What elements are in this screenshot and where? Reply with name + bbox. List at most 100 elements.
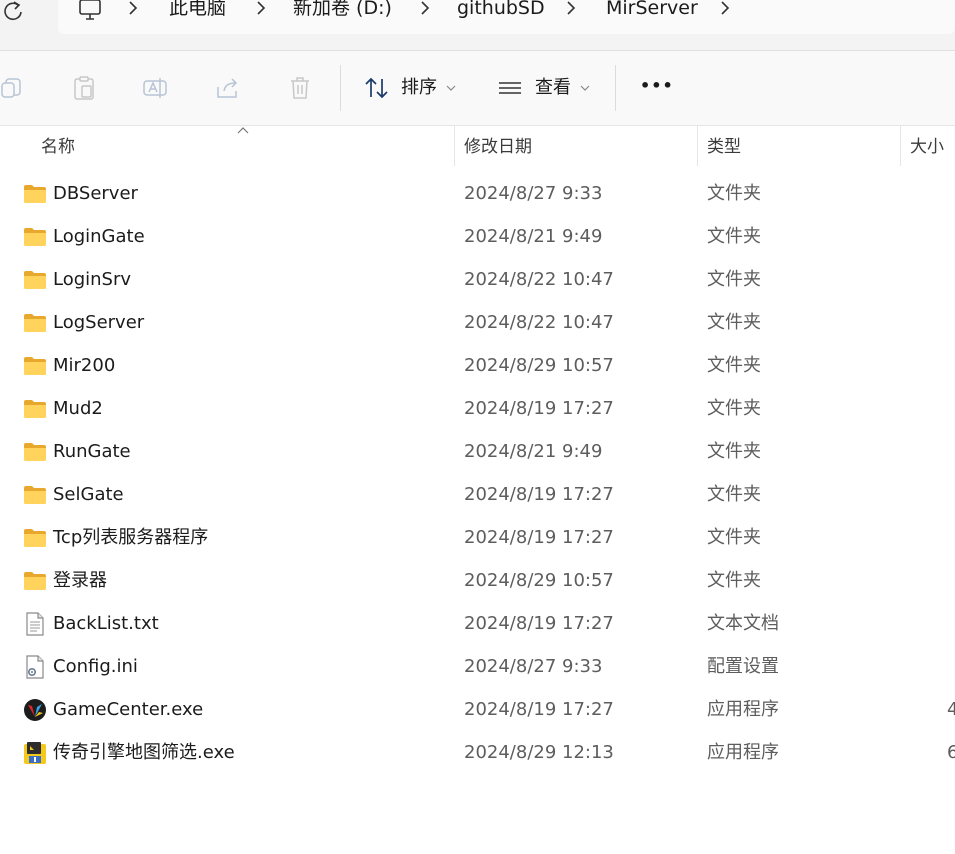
file-modified-date: 2024/8/19 17:27 — [464, 398, 614, 419]
file-name: RunGate — [53, 441, 131, 462]
chevron-right-icon[interactable] — [564, 0, 578, 16]
folder-icon — [23, 569, 47, 593]
file-size: 6 — [947, 742, 955, 763]
file-type: 文件夹 — [707, 570, 761, 591]
file-modified-date: 2024/8/29 10:57 — [464, 355, 614, 376]
sort-icon[interactable] — [364, 75, 390, 101]
file-name: LogServer — [53, 312, 145, 333]
folder-icon — [23, 225, 47, 249]
column-divider[interactable] — [454, 126, 455, 166]
file-modified-date: 2024/8/27 9:33 — [464, 183, 603, 204]
file-type: 文件夹 — [707, 527, 761, 548]
column-divider[interactable] — [697, 126, 698, 166]
file-type: 文件夹 — [707, 226, 761, 247]
file-modified-date: 2024/8/21 9:49 — [464, 441, 603, 462]
file-row[interactable]: LoginGate 2024/8/21 9:49 文件夹 — [0, 215, 955, 258]
column-header-size[interactable]: 大小 — [910, 136, 944, 158]
breadcrumb-item-this-pc[interactable]: 此电脑 — [169, 0, 226, 20]
toolbar-divider — [615, 65, 616, 111]
share-icon[interactable] — [215, 75, 241, 101]
config-file-icon — [23, 655, 47, 679]
file-name: Mir200 — [53, 355, 116, 376]
folder-icon — [23, 354, 47, 378]
chevron-down-icon[interactable] — [446, 84, 456, 92]
folder-icon — [23, 311, 47, 335]
file-row[interactable]: LoginSrv 2024/8/22 10:47 文件夹 — [0, 258, 955, 301]
command-bar: 排序 查看 ••• — [0, 51, 955, 126]
column-header: 名称 修改日期 类型 大小 — [0, 126, 955, 170]
chevron-right-icon[interactable] — [718, 0, 732, 16]
folder-icon — [23, 483, 47, 507]
file-row[interactable]: RunGate 2024/8/21 9:49 文件夹 — [0, 430, 955, 473]
file-modified-date: 2024/8/19 17:27 — [464, 527, 614, 548]
file-type: 文件夹 — [707, 398, 761, 419]
map-filter-app-icon — [23, 741, 47, 765]
breadcrumb[interactable]: 此电脑 新加卷 (D:) githubSD MirServer — [58, 0, 955, 34]
file-modified-date: 2024/8/29 12:13 — [464, 742, 614, 763]
column-header-type[interactable]: 类型 — [707, 136, 741, 158]
address-bar: 此电脑 新加卷 (D:) githubSD MirServer — [0, 0, 955, 51]
rename-icon[interactable] — [142, 75, 168, 101]
file-name: Tcp列表服务器程序 — [53, 527, 209, 548]
breadcrumb-item-mirserver[interactable]: MirServer — [606, 0, 698, 20]
file-name: Mud2 — [53, 398, 103, 419]
gamecenter-app-icon — [23, 698, 47, 722]
chevron-right-icon[interactable] — [126, 0, 140, 16]
sort-button[interactable]: 排序 — [401, 77, 437, 99]
file-row[interactable]: GameCenter.exe 2024/8/19 17:27 应用程序 4 — [0, 688, 955, 731]
file-type: 配置设置 — [707, 656, 779, 677]
breadcrumb-item-drive-d[interactable]: 新加卷 (D:) — [293, 0, 392, 20]
file-row[interactable]: 登录器 2024/8/29 10:57 文件夹 — [0, 559, 955, 602]
file-row[interactable]: Mud2 2024/8/19 17:27 文件夹 — [0, 387, 955, 430]
file-size: 4 — [947, 699, 955, 720]
column-divider[interactable] — [900, 126, 901, 166]
text-file-icon — [23, 612, 47, 636]
file-row[interactable]: BackList.txt 2024/8/19 17:27 文本文档 — [0, 602, 955, 645]
file-name: BackList.txt — [53, 613, 159, 634]
file-type: 文件夹 — [707, 484, 761, 505]
column-header-name[interactable]: 名称 — [41, 136, 75, 158]
folder-icon — [23, 268, 47, 292]
file-row[interactable]: SelGate 2024/8/19 17:27 文件夹 — [0, 473, 955, 516]
column-header-date[interactable]: 修改日期 — [464, 136, 532, 158]
file-name: SelGate — [53, 484, 124, 505]
chevron-down-icon[interactable] — [580, 84, 590, 92]
file-modified-date: 2024/8/27 9:33 — [464, 656, 603, 677]
file-name: LoginSrv — [53, 269, 132, 290]
file-row[interactable]: LogServer 2024/8/22 10:47 文件夹 — [0, 301, 955, 344]
paste-icon[interactable] — [71, 75, 97, 101]
folder-icon — [23, 182, 47, 206]
folder-icon — [23, 440, 47, 464]
file-name: DBServer — [53, 183, 138, 204]
file-row[interactable]: DBServer 2024/8/27 9:33 文件夹 — [0, 172, 955, 215]
more-options-button[interactable]: ••• — [640, 75, 674, 97]
file-modified-date: 2024/8/22 10:47 — [464, 269, 614, 290]
file-type: 文件夹 — [707, 355, 761, 376]
file-modified-date: 2024/8/19 17:27 — [464, 484, 614, 505]
file-modified-date: 2024/8/22 10:47 — [464, 312, 614, 333]
file-name: LoginGate — [53, 226, 145, 247]
file-type: 文本文档 — [707, 613, 779, 634]
file-row[interactable]: Tcp列表服务器程序 2024/8/19 17:27 文件夹 — [0, 516, 955, 559]
toolbar-divider — [340, 65, 341, 111]
file-row[interactable]: Config.ini 2024/8/27 9:33 配置设置 — [0, 645, 955, 688]
file-modified-date: 2024/8/19 17:27 — [464, 613, 614, 634]
sort-ascending-icon — [237, 127, 249, 134]
breadcrumb-item-githubsd[interactable]: githubSD — [457, 0, 545, 20]
file-name: 登录器 — [53, 570, 107, 591]
copy-icon[interactable] — [0, 75, 26, 101]
refresh-icon[interactable] — [0, 0, 30, 26]
file-modified-date: 2024/8/29 10:57 — [464, 570, 614, 591]
file-type: 文件夹 — [707, 269, 761, 290]
file-type: 文件夹 — [707, 183, 761, 204]
file-row[interactable]: 传奇引擎地图筛选.exe 2024/8/29 12:13 应用程序 6 — [0, 731, 955, 774]
chevron-right-icon[interactable] — [418, 0, 432, 16]
delete-icon[interactable] — [287, 75, 313, 101]
file-name: Config.ini — [53, 656, 138, 677]
file-row[interactable]: Mir200 2024/8/29 10:57 文件夹 — [0, 344, 955, 387]
chevron-right-icon[interactable] — [254, 0, 268, 16]
view-button[interactable]: 查看 — [535, 77, 571, 99]
computer-icon[interactable] — [78, 0, 102, 21]
file-type: 应用程序 — [707, 742, 779, 763]
view-icon[interactable] — [497, 75, 523, 101]
